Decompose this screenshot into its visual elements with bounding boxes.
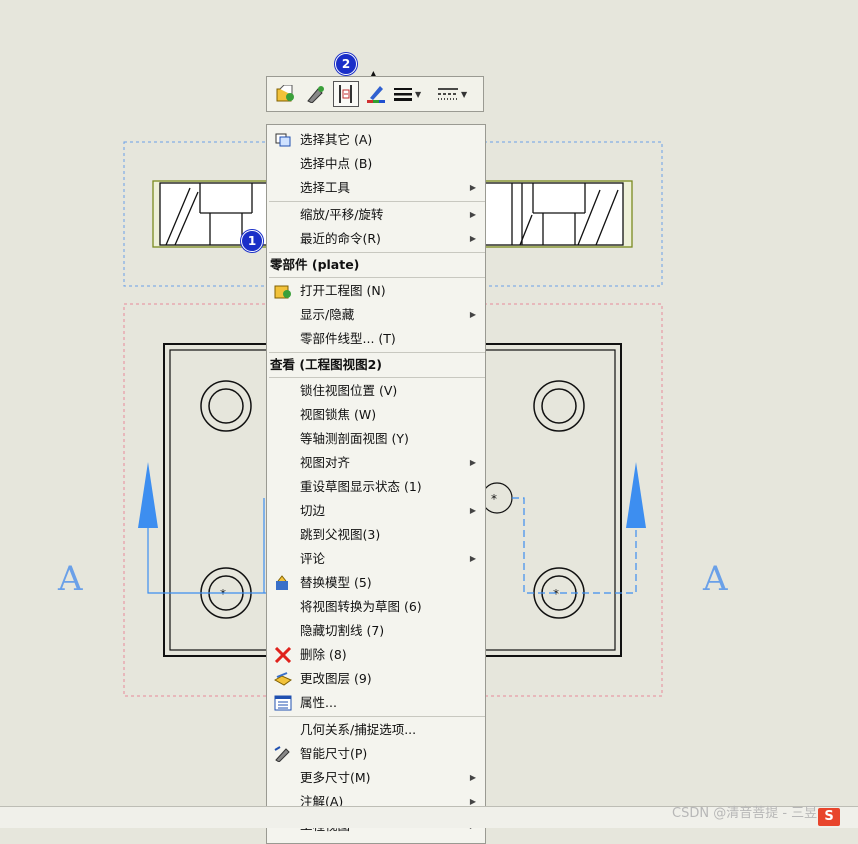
chevron-right-icon: ▶ (469, 183, 476, 192)
chevron-right-icon: ▶ (469, 210, 476, 219)
menu-item-delete[interactable]: 删除 (8) (267, 643, 485, 667)
menu-item-reset-sketch-display[interactable]: 重设草图显示状态 (1) (267, 475, 485, 499)
menu-separator (269, 716, 485, 717)
menu-separator (269, 377, 485, 378)
menu-item-label: 选择工具 (300, 180, 351, 195)
menu-item-label: 视图锁焦 (W) (300, 407, 377, 422)
menu-item-label: 选择其它 (A) (300, 132, 373, 147)
menu-item-select-other[interactable]: 选择其它 (A) (267, 128, 485, 152)
watermark-text: CSDN @清音菩提 - 三昱 (672, 806, 818, 821)
menu-item-label: 显示/隐藏 (300, 307, 355, 322)
menu-item-open-drawing[interactable]: 打开工程图 (N) (267, 279, 485, 303)
menu-item-label: 属性... (300, 695, 337, 710)
menu-item-label: 切边 (300, 503, 326, 518)
menu-item-label: 锁住视图位置 (V) (300, 383, 398, 398)
menu-item-view-alignment[interactable]: 视图对齐 ▶ (267, 451, 485, 475)
menu-item-properties[interactable]: 属性... (267, 691, 485, 715)
menu-item-show-hide[interactable]: 显示/隐藏 ▶ (267, 303, 485, 327)
chevron-right-icon: ▶ (469, 554, 476, 563)
menu-item-label: 重设草图显示状态 (1) (300, 479, 422, 494)
menu-item-tangent-edge[interactable]: 切边 ▶ (267, 499, 485, 523)
menu-item-relations-snaps[interactable]: 几何关系/捕捉选项... (267, 718, 485, 742)
menu-item-isometric-section[interactable]: 等轴测剖面视图 (Y) (267, 427, 485, 451)
menu-item-label: 更多尺寸(M) (300, 770, 371, 785)
svg-text:*: * (491, 492, 497, 506)
open-drawing-icon[interactable] (273, 81, 299, 107)
menu-item-label: 评论 (300, 551, 326, 566)
chevron-right-icon: ▶ (469, 310, 476, 319)
line-style-icon[interactable]: ▼ (437, 81, 477, 107)
menu-item-select-midpoint[interactable]: 选择中点 (B) (267, 152, 485, 176)
menu-item-label: 最近的命令(R) (300, 231, 381, 246)
menu-item-lock-view-position[interactable]: 锁住视图位置 (V) (267, 379, 485, 403)
menu-item-label: 跳到父视图(3) (300, 527, 381, 542)
delete-icon (274, 647, 292, 663)
properties-icon (274, 695, 292, 711)
change-layer-icon (274, 672, 292, 686)
menu-item-label: 视图对齐 (300, 455, 351, 470)
menu-item-lock-view-focus[interactable]: 视图锁焦 (W) (267, 403, 485, 427)
menu-header-part: 零部件 (plate) (270, 257, 360, 272)
menu-item-comments[interactable]: 评论 ▶ (267, 547, 485, 571)
menu-item-label: 隐藏切割线 (7) (300, 623, 385, 638)
section-arrow-left-icon (138, 462, 158, 528)
replace-model-icon (276, 575, 288, 590)
menu-item-replace-model[interactable]: 替换模型 (5) (267, 571, 485, 595)
menu-item-change-layer[interactable]: 更改图层 (9) (267, 667, 485, 691)
svg-text:*: * (553, 587, 559, 601)
line-thickness-icon[interactable]: ▼ (393, 81, 433, 107)
menu-item-label: 智能尺寸(P) (300, 746, 368, 761)
menu-item-jump-to-parent[interactable]: 跳到父视图(3) (267, 523, 485, 547)
view-align-icon[interactable] (333, 81, 359, 107)
menu-item-more-dimensions[interactable]: 更多尺寸(M) ▶ (267, 766, 485, 790)
menu-item-convert-to-sketch[interactable]: 将视图转换为草图 (6) (267, 595, 485, 619)
menu-item-label: 将视图转换为草图 (6) (300, 599, 422, 614)
menu-separator (269, 201, 485, 202)
menu-item-label: 更改图层 (9) (300, 671, 372, 686)
menu-separator (269, 352, 485, 353)
menu-item-smart-dimension[interactable]: 智能尺寸(P) (267, 742, 485, 766)
menu-item-label: 删除 (8) (300, 647, 347, 662)
callout-badge-2: 2 (335, 53, 357, 75)
menu-item-label: 替换模型 (5) (300, 575, 372, 590)
smart-dimension-icon[interactable] (303, 81, 329, 107)
context-menu: 选择其它 (A) 选择中点 (B) 选择工具 ▶ 缩放/平移/旋转 ▶ 最近的命… (266, 124, 486, 844)
chevron-down-icon[interactable]: ▼ (415, 90, 421, 99)
menu-item-recent-commands[interactable]: 最近的命令(R) ▶ (267, 227, 485, 251)
section-label-left: A (57, 559, 83, 599)
menu-item-label: 等轴测剖面视图 (Y) (300, 431, 409, 446)
section-label-right: A (702, 559, 728, 599)
context-toolbar: ▼ ▼ (266, 76, 484, 112)
menu-separator (269, 252, 485, 253)
chevron-right-icon: ▶ (469, 506, 476, 515)
menu-item-select-tools[interactable]: 选择工具 ▶ (267, 176, 485, 200)
color-brush-icon[interactable] (363, 81, 389, 107)
open-drawing-icon (274, 285, 291, 299)
callout-badge-1: 1 (241, 230, 263, 252)
smart-dimension-icon (274, 746, 290, 762)
menu-item-component-line-font[interactable]: 零部件线型... (T) (267, 327, 485, 351)
section-arrow-right-icon (626, 462, 646, 528)
select-other-icon (275, 133, 291, 147)
menu-item-zoom-pan-rotate[interactable]: 缩放/平移/旋转 ▶ (267, 203, 485, 227)
svg-text:*: * (220, 587, 226, 601)
menu-header-view: 查看 (工程图视图2) (270, 357, 382, 372)
corner-logo: S (818, 808, 840, 826)
chevron-right-icon: ▶ (469, 234, 476, 243)
menu-item-label: 打开工程图 (N) (300, 283, 386, 298)
menu-separator (269, 277, 485, 278)
menu-item-label: 零部件线型... (T) (300, 331, 396, 346)
menu-item-label: 缩放/平移/旋转 (300, 207, 384, 222)
chevron-right-icon: ▶ (469, 773, 476, 782)
chevron-right-icon: ▶ (469, 458, 476, 467)
menu-item-label: 几何关系/捕捉选项... (300, 722, 417, 737)
menu-item-hide-cutting-line[interactable]: 隐藏切割线 (7) (267, 619, 485, 643)
menu-item-label: 选择中点 (B) (300, 156, 373, 171)
chevron-down-icon[interactable]: ▼ (461, 90, 467, 99)
